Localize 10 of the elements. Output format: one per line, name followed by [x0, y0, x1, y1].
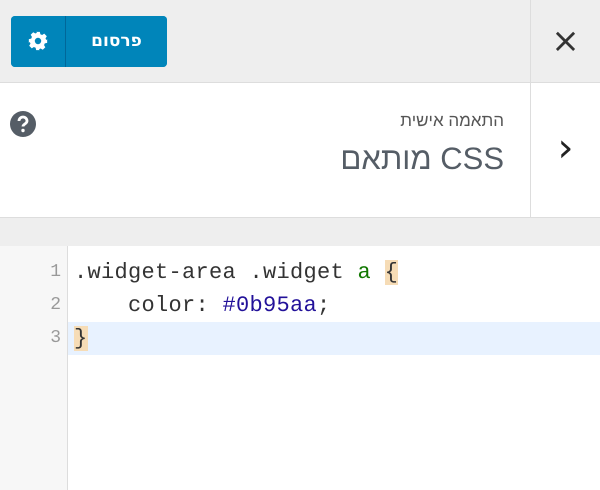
help-icon[interactable] — [10, 111, 36, 137]
section-title: CSS מותאם — [340, 141, 504, 177]
section-subtitle: התאמה אישית — [400, 111, 504, 131]
line-number: 2 — [49, 294, 62, 317]
code-line: .widget-area .widget a { — [73, 259, 400, 287]
line-number: 3 — [49, 327, 62, 350]
settings-button[interactable] — [11, 16, 66, 66]
settings-icon — [27, 30, 49, 52]
code-line: color: #0b95aa; — [127, 292, 332, 320]
line-number: 1 — [49, 261, 62, 284]
